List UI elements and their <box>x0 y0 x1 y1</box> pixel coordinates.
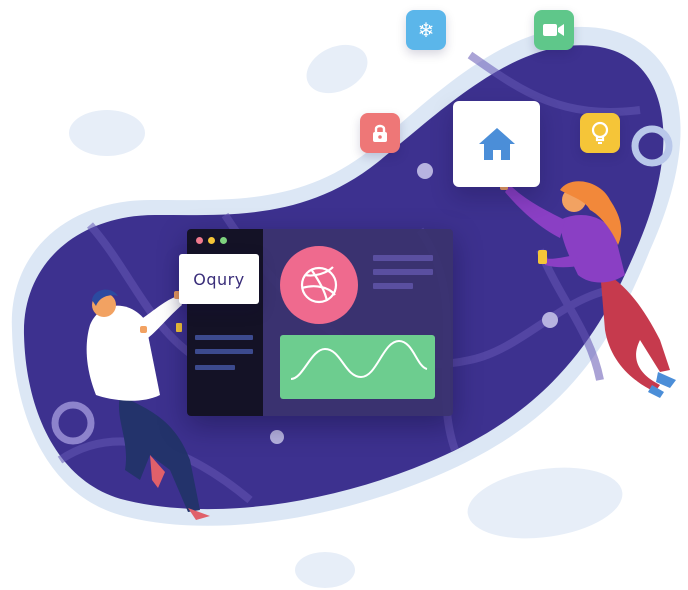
home-icon <box>478 128 515 160</box>
decor-cloud <box>295 552 355 588</box>
wave-chart-card <box>280 335 435 399</box>
lock-icon <box>373 124 387 142</box>
content-line <box>373 269 433 275</box>
sidebar-line <box>195 335 253 340</box>
sidebar-line <box>195 365 235 370</box>
lock-tile[interactable] <box>360 113 400 153</box>
traffic-light-minimize[interactable] <box>208 237 215 244</box>
decor-cloud <box>69 110 145 156</box>
video-camera-icon <box>543 24 564 36</box>
decor-cloud <box>306 44 368 94</box>
brand-card[interactable]: Oqury <box>179 254 259 304</box>
window-content <box>263 229 453 416</box>
traffic-light-close[interactable] <box>196 237 203 244</box>
content-line <box>373 283 413 289</box>
home-card[interactable] <box>453 101 540 187</box>
decor-cloud <box>467 467 623 539</box>
video-camera-tile[interactable] <box>534 10 574 50</box>
lightbulb-icon <box>591 121 609 144</box>
snowflake-icon: ❄ <box>417 18 435 42</box>
content-line <box>373 255 433 261</box>
dot-decor <box>542 312 558 328</box>
dribbble-badge[interactable] <box>280 246 358 324</box>
dot-decor <box>417 163 433 179</box>
dot-decor <box>270 430 284 444</box>
sidebar-line <box>195 349 253 354</box>
brand-name: Oqury <box>193 269 245 289</box>
lightbulb-tile[interactable] <box>580 113 620 153</box>
snowflake-tile[interactable]: ❄ <box>406 10 446 50</box>
traffic-light-maximize[interactable] <box>220 237 227 244</box>
window-content-art <box>280 246 435 399</box>
